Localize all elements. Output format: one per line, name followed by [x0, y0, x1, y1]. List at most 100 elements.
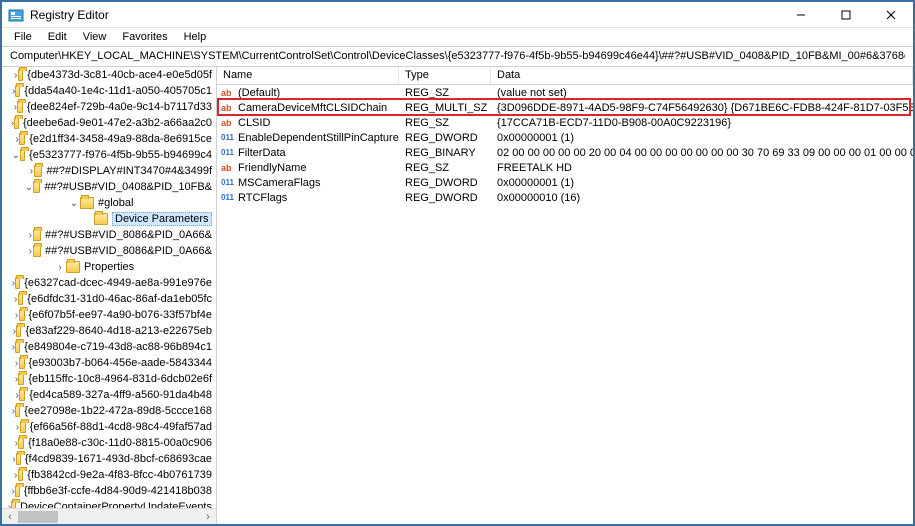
value-type: REG_SZ — [399, 87, 491, 99]
tree-view[interactable]: {dbe4373d-3c81-40cb-ace4-e0e5d05f{dda54a… — [2, 67, 216, 508]
column-type[interactable]: Type — [399, 67, 491, 84]
tree-item[interactable]: ##?#DISPLAY#INT3470#4&3499f — [2, 163, 216, 179]
column-data[interactable]: Data — [491, 67, 913, 84]
folder-icon — [14, 117, 19, 129]
chevron-down-icon[interactable] — [68, 198, 80, 209]
tree-item[interactable]: DeviceContainerPropertyUpdateEvents — [2, 499, 216, 508]
tree-item[interactable]: ##?#USB#VID_8086&PID_0A66& — [2, 227, 216, 243]
minimize-button[interactable] — [778, 2, 823, 28]
folder-icon — [16, 325, 21, 337]
tree-item[interactable]: ##?#USB#VID_8086&PID_0A66& — [2, 243, 216, 259]
folder-icon — [11, 501, 16, 508]
tree-item-label: {f18a0e88-c30c-11d0-8815-00a0c906 — [28, 437, 212, 449]
list-row[interactable]: 011EnableDependentStillPinCaptureREG_DWO… — [217, 130, 913, 145]
window-title: Registry Editor — [30, 8, 778, 22]
folder-icon — [18, 437, 24, 449]
menu-edit[interactable]: Edit — [40, 29, 75, 45]
value-name: CLSID — [238, 117, 270, 129]
tree-item[interactable]: {f18a0e88-c30c-11d0-8815-00a0c906 — [2, 435, 216, 451]
list-body[interactable]: ab(Default)REG_SZ(value not set)abCamera… — [217, 85, 913, 524]
binary-value-icon: 011 — [221, 193, 235, 202]
folder-icon — [18, 373, 24, 385]
scroll-right-icon[interactable]: › — [200, 509, 216, 525]
folder-icon — [33, 229, 41, 241]
folder-icon — [15, 85, 20, 97]
tree-item[interactable]: {e83af229-8640-4d18-a213-e22675eb — [2, 323, 216, 339]
tree-item[interactable]: {e2d1ff34-3458-49a9-88da-8e6915ce — [2, 131, 216, 147]
list-row[interactable]: 011MSCameraFlagsREG_DWORD0x00000001 (1) — [217, 175, 913, 190]
column-name[interactable]: Name — [217, 67, 399, 84]
address-input[interactable] — [8, 49, 907, 63]
chevron-right-icon[interactable] — [15, 422, 19, 433]
tree-item[interactable]: {f4cd9839-1671-493d-8bcf-c68693cae — [2, 451, 216, 467]
tree-item[interactable]: {e93003b7-b064-456e-aade-5843344 — [2, 355, 216, 371]
close-button[interactable] — [868, 2, 913, 28]
tree-item[interactable]: Device Parameters — [2, 211, 216, 227]
list-row[interactable]: abFriendlyNameREG_SZFREETALK HD — [217, 160, 913, 175]
folder-icon — [15, 485, 20, 497]
maximize-button[interactable] — [823, 2, 868, 28]
tree-item[interactable]: {ee27098e-1b22-472a-89d8-5ccce168 — [2, 403, 216, 419]
value-data: (value not set) — [491, 87, 913, 99]
list-row[interactable]: abCLSIDREG_SZ{17CCA71B-ECD7-11D0-B908-00… — [217, 115, 913, 130]
list-row[interactable]: 011FilterDataREG_BINARY02 00 00 00 00 00… — [217, 145, 913, 160]
tree-item[interactable]: {eb115ffc-10c8-4964-831d-6dcb02e6f — [2, 371, 216, 387]
folder-icon — [15, 277, 20, 289]
list-row[interactable]: 011RTCFlagsREG_DWORD0x00000010 (16) — [217, 190, 913, 205]
tree-item[interactable]: {e6dfdc31-31d0-46ac-86af-da1eb05fc — [2, 291, 216, 307]
tree-item-label: {deebe6ad-9e01-47e2-a3b2-a66aa2c0 — [23, 117, 212, 129]
folder-icon — [18, 293, 24, 305]
value-type: REG_SZ — [399, 162, 491, 174]
chevron-right-icon[interactable] — [54, 262, 66, 273]
tree-item[interactable]: {fb3842cd-9e2a-4f83-8fcc-4b0761739 — [2, 467, 216, 483]
tree-item[interactable]: {e849804e-c719-43d8-ac88-96b894c1 — [2, 339, 216, 355]
scroll-left-icon[interactable]: ‹ — [2, 509, 18, 525]
regedit-icon — [8, 7, 24, 23]
tree-item[interactable]: {dee824ef-729b-4a0e-9c14-b7117d33 — [2, 99, 216, 115]
tree-item[interactable]: #global — [2, 195, 216, 211]
menu-view[interactable]: View — [75, 29, 115, 45]
tree-item[interactable]: {e6327cad-dcec-4949-ae8a-991e976e — [2, 275, 216, 291]
tree-item[interactable]: {ed4ca589-327a-4ff9-a560-91da4b48 — [2, 387, 216, 403]
tree-item-label: ##?#USB#VID_8086&PID_0A66& — [45, 245, 212, 257]
tree-item-label: {e6327cad-dcec-4949-ae8a-991e976e — [24, 277, 212, 289]
tree-h-scrollbar[interactable]: ‹ › — [2, 508, 216, 524]
chevron-down-icon[interactable] — [12, 150, 20, 161]
chevron-down-icon[interactable] — [25, 182, 33, 193]
tree-item[interactable]: {e5323777-f976-4f5b-9b55-b94699c4 — [2, 147, 216, 163]
tree-pane: {dbe4373d-3c81-40cb-ace4-e0e5d05f{dda54a… — [2, 67, 217, 524]
tree-item[interactable]: {e6f07b5f-ee97-4a90-b076-33f57bf4e — [2, 307, 216, 323]
chevron-right-icon[interactable] — [15, 358, 19, 369]
menu-favorites[interactable]: Favorites — [114, 29, 175, 45]
tree-item[interactable]: {dda54a40-1e4c-11d1-a050-405705c1 — [2, 83, 216, 99]
folder-icon — [33, 181, 40, 193]
menu-help[interactable]: Help — [176, 29, 215, 45]
tree-item-label: {e93003b7-b064-456e-aade-5843344 — [29, 357, 213, 369]
chevron-right-icon[interactable] — [15, 310, 19, 321]
tree-item-label: {e6f07b5f-ee97-4a90-b076-33f57bf4e — [29, 309, 213, 321]
value-data: 0x00000010 (16) — [491, 192, 913, 204]
menu-file[interactable]: File — [6, 29, 40, 45]
tree-item-label: ##?#USB#VID_8086&PID_0A66& — [45, 229, 212, 241]
folder-icon — [34, 165, 42, 177]
tree-item[interactable]: {ffbb6e3f-ccfe-4d84-90d9-421418b038 — [2, 483, 216, 499]
scroll-thumb[interactable] — [18, 511, 58, 523]
folder-icon — [19, 357, 25, 369]
tree-item[interactable]: {ef66a56f-88d1-4cd8-98c4-49faf57ad — [2, 419, 216, 435]
list-row[interactable]: ab(Default)REG_SZ(value not set) — [217, 85, 913, 100]
list-row[interactable]: abCameraDeviceMftCLSIDChainREG_MULTI_SZ{… — [217, 100, 913, 115]
tree-item[interactable]: {dbe4373d-3c81-40cb-ace4-e0e5d05f — [2, 67, 216, 83]
value-name: CameraDeviceMftCLSIDChain — [238, 102, 387, 114]
scroll-track[interactable] — [18, 509, 200, 525]
value-data: {17CCA71B-ECD7-11D0-B908-00A0C9223196} — [491, 117, 913, 129]
tree-item-label: {ffbb6e3f-ccfe-4d84-90d9-421418b038 — [24, 485, 212, 497]
folder-icon — [15, 405, 20, 417]
tree-item-label: ##?#DISPLAY#INT3470#4&3499f — [46, 165, 212, 177]
tree-item-label: #global — [98, 197, 133, 209]
chevron-right-icon[interactable] — [14, 70, 18, 81]
tree-item[interactable]: {deebe6ad-9e01-47e2-a3b2-a66aa2c0 — [2, 115, 216, 131]
tree-item[interactable]: ##?#USB#VID_0408&PID_10FB& — [2, 179, 216, 195]
value-data: {3D096DDE-8971-4AD5-98F9-C74F56492630} {… — [491, 102, 913, 114]
tree-item[interactable]: Properties — [2, 259, 216, 275]
tree-item-label: {e83af229-8640-4d18-a213-e22675eb — [25, 325, 212, 337]
